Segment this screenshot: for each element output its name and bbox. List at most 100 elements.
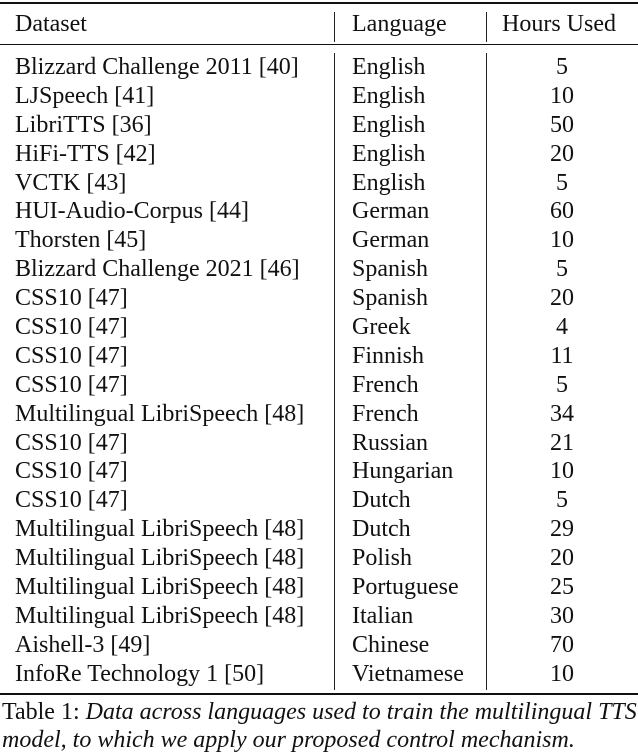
dataset-cell: HiFi-TTS [42] (15, 140, 156, 167)
dataset-cell: CSS10 [47] (15, 487, 128, 514)
hours-cell: 60 (550, 198, 574, 225)
language-cell: Greek (352, 314, 411, 341)
hours-cell: 4 (556, 314, 568, 341)
dataset-cell: Multilingual LibriSpeech [48] (15, 545, 305, 572)
hours-cell: 25 (550, 574, 574, 601)
hours-cell: 34 (550, 400, 574, 427)
table-row: Multilingual LibriSpeech [48] French 34 (0, 400, 638, 429)
dataset-cell: LJSpeech [41] (15, 82, 155, 109)
table-bottom-rule (0, 693, 638, 695)
language-cell: Portuguese (352, 574, 459, 601)
dataset-cell: Multilingual LibriSpeech [48] (15, 602, 305, 629)
dataset-cell: HUI-Audio-Corpus [44] (15, 198, 249, 225)
hours-cell: 10 (550, 660, 574, 687)
header-hours-used: Hours Used (502, 11, 616, 37)
hours-cell: 70 (550, 631, 574, 658)
language-cell: German (352, 227, 430, 254)
table-row: CSS10 [47] Hungarian 10 (0, 457, 638, 486)
dataset-cell: LibriTTS [36] (15, 111, 152, 138)
table-row: Aishell-3 [49] Chinese 70 (0, 631, 638, 660)
language-cell: Polish (352, 545, 413, 572)
column-separator (334, 12, 335, 42)
hours-cell: 50 (550, 111, 574, 138)
language-cell: English (352, 111, 426, 138)
hours-cell: 10 (550, 82, 574, 109)
table-row: CSS10 [47] Spanish 20 (0, 284, 638, 313)
dataset-cell: Multilingual LibriSpeech [48] (15, 574, 305, 601)
language-cell: Spanish (352, 285, 429, 312)
table-top-rule (0, 2, 638, 4)
language-cell: English (352, 140, 426, 167)
language-cell: English (352, 54, 426, 80)
table-row: CSS10 [47] Greek 4 (0, 313, 638, 342)
hours-cell: 10 (550, 227, 574, 254)
hours-cell: 5 (556, 54, 568, 80)
language-cell: Dutch (352, 487, 411, 514)
hours-cell: 5 (556, 487, 568, 514)
table-row: LibriTTS [36] English 50 (0, 111, 638, 140)
dataset-cell: Thorsten [45] (15, 227, 147, 254)
table-row: Multilingual LibriSpeech [48] Polish 20 (0, 544, 638, 573)
hours-cell: 5 (556, 371, 568, 398)
dataset-cell: CSS10 [47] (15, 458, 128, 485)
column-separator (486, 12, 487, 42)
language-cell: English (352, 82, 426, 109)
language-cell: Chinese (352, 631, 430, 658)
header-dataset: Dataset (15, 11, 87, 37)
header-language: Language (352, 11, 447, 37)
language-cell: Dutch (352, 516, 411, 543)
table-row: CSS10 [47] Russian 21 (0, 429, 638, 458)
table-row: Multilingual LibriSpeech [48] Italian 30 (0, 602, 638, 631)
language-cell: Russian (352, 429, 429, 456)
table-row: HUI-Audio-Corpus [44] German 60 (0, 197, 638, 226)
table-row: HiFi-TTS [42] English 20 (0, 140, 638, 169)
language-cell: Spanish (352, 256, 429, 283)
hours-cell: 20 (550, 140, 574, 167)
language-cell: Vietnamese (352, 660, 464, 687)
language-cell: Italian (352, 602, 414, 629)
language-cell: French (352, 371, 419, 398)
dataset-cell: Blizzard Challenge 2021 [46] (15, 256, 300, 283)
hours-cell: 21 (550, 429, 574, 456)
dataset-cell: CSS10 [47] (15, 342, 128, 369)
table-row: Blizzard Challenge 2011 [40] English 5 (0, 53, 638, 82)
table-row: InfoRe Technology 1 [50] Vietnamese 10 (0, 660, 638, 689)
language-cell: Hungarian (352, 458, 454, 485)
table-row: Thorsten [45] German 10 (0, 226, 638, 255)
dataset-cell: Blizzard Challenge 2011 [40] (15, 54, 299, 80)
dataset-cell: CSS10 [47] (15, 285, 128, 312)
table-row: LJSpeech [41] English 10 (0, 82, 638, 111)
dataset-cell: Multilingual LibriSpeech [48] (15, 516, 305, 543)
table-row: CSS10 [47] Finnish 11 (0, 342, 638, 371)
table-caption: Table 1: Data across languages used to t… (2, 698, 638, 754)
table-header-rule (0, 44, 638, 45)
table-row: Multilingual LibriSpeech [48] Portuguese 2… (0, 573, 638, 602)
hours-cell: 20 (550, 545, 574, 572)
language-cell: French (352, 400, 419, 427)
table-body: Blizzard Challenge 2011 [40] English 5 LJSp… (0, 53, 638, 689)
table-row: Multilingual LibriSpeech [48] Dutch 29 (0, 515, 638, 544)
dataset-cell: CSS10 [47] (15, 314, 128, 341)
table-row: Blizzard Challenge 2021 [46] Spanish 5 (0, 255, 638, 284)
dataset-cell: VCTK [43] (15, 169, 127, 196)
hours-cell: 5 (556, 256, 568, 283)
language-cell: English (352, 169, 426, 196)
hours-cell: 11 (550, 342, 574, 369)
dataset-cell: CSS10 [47] (15, 429, 128, 456)
hours-cell: 20 (550, 285, 574, 312)
caption-text: Data across languages used to train the … (2, 699, 637, 753)
caption-label: Table 1: (2, 699, 86, 725)
hours-cell: 29 (550, 516, 574, 543)
table-row: CSS10 [47] Dutch 5 (0, 486, 638, 515)
hours-cell: 5 (556, 169, 568, 196)
dataset-cell: Multilingual LibriSpeech [48] (15, 400, 305, 427)
hours-cell: 10 (550, 458, 574, 485)
table-row: CSS10 [47] French 5 (0, 371, 638, 400)
language-cell: Finnish (352, 342, 425, 369)
hours-cell: 30 (550, 602, 574, 629)
language-cell: German (352, 198, 430, 225)
dataset-cell: InfoRe Technology 1 [50] (15, 660, 265, 687)
dataset-cell: CSS10 [47] (15, 371, 128, 398)
table-row: VCTK [43] English 5 (0, 169, 638, 198)
dataset-cell: Aishell-3 [49] (15, 631, 151, 658)
